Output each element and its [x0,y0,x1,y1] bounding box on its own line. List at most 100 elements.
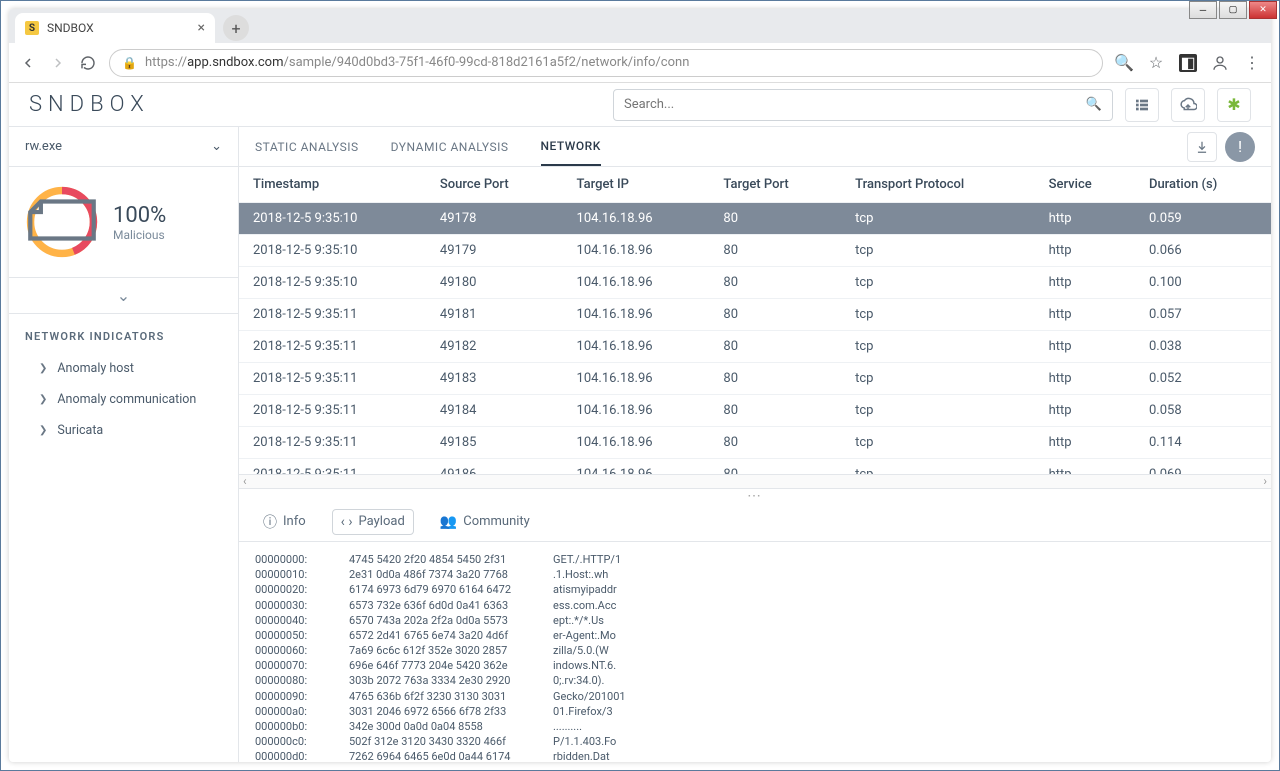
column-header[interactable]: Timestamp [239,167,426,203]
table-cell: 104.16.18.96 [563,459,710,475]
table-cell: 49184 [426,395,563,427]
file-selector[interactable]: rw.exe ⌄ [9,127,238,167]
score-gauge: 100% Malicious [9,167,238,278]
table-cell: tcp [841,395,1035,427]
profile-icon[interactable] [1211,54,1229,72]
horizontal-scrollbar[interactable] [239,474,1271,488]
download-button[interactable] [1187,132,1217,162]
table-row[interactable]: 2018-12-5 9:35:1049178104.16.18.9680tcph… [239,203,1271,235]
tab-label: Info [283,514,306,529]
table-cell: 2018-12-5 9:35:10 [239,203,426,235]
table-row[interactable]: 2018-12-5 9:35:1149184104.16.18.9680tcph… [239,395,1271,427]
reload-button[interactable] [79,54,97,72]
extension-icon[interactable]: ◧ [1179,54,1197,72]
main-tab[interactable]: NETWORK [541,127,601,166]
upload-button[interactable] [1171,88,1205,122]
detail-tab[interactable]: ⓘ Info [255,508,314,536]
info-button[interactable]: ! [1225,132,1255,162]
table-cell: http [1035,267,1135,299]
table-row[interactable]: 2018-12-5 9:35:1149183104.16.18.9680tcph… [239,363,1271,395]
browser-tabstrip: S SNDBOX × + [9,9,1271,43]
table-cell: 2018-12-5 9:35:11 [239,395,426,427]
menu-icon[interactable]: ⋮ [1243,54,1261,72]
table-row[interactable]: 2018-12-5 9:35:1149185104.16.18.9680tcph… [239,427,1271,459]
table-cell: 2018-12-5 9:35:10 [239,267,426,299]
table-row[interactable]: 2018-12-5 9:35:1149181104.16.18.9680tcph… [239,299,1271,331]
table-cell: 2018-12-5 9:35:11 [239,363,426,395]
window-close-button[interactable]: ✕ [1249,1,1277,19]
table-cell: 80 [709,363,841,395]
table-cell: 104.16.18.96 [563,395,710,427]
new-tab-button[interactable]: + [223,15,249,41]
grid-view-button[interactable] [1125,88,1159,122]
column-header[interactable]: Source Port [426,167,563,203]
table-cell: 104.16.18.96 [563,299,710,331]
table-cell: 49185 [426,427,563,459]
sidebar-item-label: Suricata [57,423,103,438]
file-name: rw.exe [25,139,62,154]
table-cell: tcp [841,235,1035,267]
bookmark-icon[interactable]: ☆ [1147,54,1165,72]
table-cell: 104.16.18.96 [563,427,710,459]
column-header[interactable]: Service [1035,167,1135,203]
table-cell: 49178 [426,203,563,235]
table-cell: 49181 [426,299,563,331]
column-header[interactable]: Transport Protocol [841,167,1035,203]
forward-button[interactable] [49,54,67,72]
tab-icon: ‹ › [341,514,353,530]
pane-resize-handle[interactable]: ⋯ [239,488,1271,502]
lock-icon: 🔒 [122,56,137,70]
table-row[interactable]: 2018-12-5 9:35:1049179104.16.18.9680tcph… [239,235,1271,267]
zoom-icon[interactable]: 🔍 [1115,54,1133,72]
table-row[interactable]: 2018-12-5 9:35:1049180104.16.18.9680tcph… [239,267,1271,299]
table-cell: http [1035,331,1135,363]
search-icon[interactable]: 🔍 [1086,97,1102,112]
column-header[interactable]: Duration (s) [1135,167,1271,203]
window-maximize-button[interactable]: ▢ [1219,1,1247,19]
table-cell: 0.069 [1135,459,1271,475]
column-header[interactable]: Target IP [563,167,710,203]
table-cell: http [1035,459,1135,475]
table-cell: 104.16.18.96 [563,203,710,235]
window-minimize-button[interactable]: ─ [1189,1,1217,19]
main-tab[interactable]: STATIC ANALYSIS [255,127,359,166]
sidebar-item[interactable]: ❯Anomaly communication [9,384,238,415]
logo-icon[interactable]: ✱ [1217,88,1251,122]
table-cell: 0.100 [1135,267,1271,299]
table-cell: http [1035,363,1135,395]
sidebar-section-title: NETWORK INDICATORS [9,314,238,353]
chevron-down-icon: ⌄ [211,139,222,154]
column-header[interactable]: Target Port [709,167,841,203]
table-cell: tcp [841,363,1035,395]
table-row[interactable]: 2018-12-5 9:35:1149182104.16.18.9680tcph… [239,331,1271,363]
expand-toggle[interactable]: ⌄ [9,278,238,314]
main-tab[interactable]: DYNAMIC ANALYSIS [391,127,509,166]
table-cell: 0.059 [1135,203,1271,235]
table-cell: 0.114 [1135,427,1271,459]
table-row[interactable]: 2018-12-5 9:35:1149186104.16.18.9680tcph… [239,459,1271,475]
back-button[interactable] [19,54,37,72]
search-input[interactable]: 🔍 [613,89,1113,121]
chevron-right-icon: ❯ [39,363,47,374]
payload-hex-view: 00000000:4745 5420 2f20 4854 5450 2f31GE… [239,542,1271,762]
table-cell: tcp [841,331,1035,363]
tab-close-icon[interactable]: × [198,20,205,36]
table-cell: 49183 [426,363,563,395]
table-cell: tcp [841,459,1035,475]
table-cell: 80 [709,459,841,475]
table-cell: tcp [841,267,1035,299]
detail-tab[interactable]: 👥Community [432,510,538,534]
tab-label: Payload [359,514,405,529]
chevron-right-icon: ❯ [39,425,47,436]
browser-tab[interactable]: S SNDBOX × [15,13,215,43]
detail-tab[interactable]: ‹ › Payload [332,509,414,535]
score-label: Malicious [113,228,166,242]
tab-icon: ⓘ [263,512,277,532]
tab-icon: 👥 [440,514,457,530]
sidebar-item[interactable]: ❯ Anomaly host [9,353,238,384]
search-field[interactable] [624,97,1086,112]
sidebar-item-label: Anomaly host [57,361,134,376]
table-cell: 80 [709,395,841,427]
sidebar-item[interactable]: ❯ Suricata [9,415,238,446]
address-bar[interactable]: 🔒 https://app.sndbox.com/sample/940d0bd3… [109,49,1103,77]
